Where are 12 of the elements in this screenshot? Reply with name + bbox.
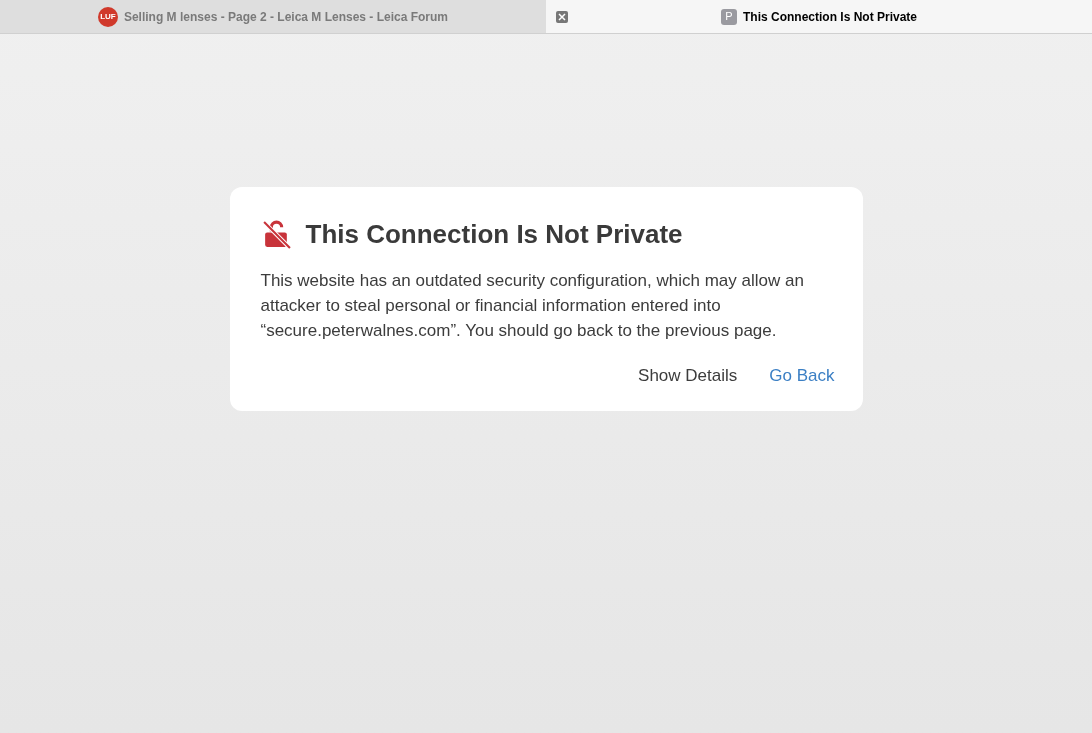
warning-message: This website has an outdated security configuration, which may allow an attacker to steal personal or financial information entered into “secure.peterwalnes.com”. You should go back to the previous page. — [260, 270, 805, 342]
favicon: P — [721, 8, 737, 25]
details-button[interactable]: Show Details — [638, 363, 738, 389]
browser-tab[interactable]: LUF Selling M lenses - Page 2 - Leica M Lenses - Leica Forum — [0, 0, 546, 33]
broken-lock-icon — [260, 219, 292, 250]
tab-title: This Connection Is Not Private — [743, 8, 917, 26]
close-tab-icon[interactable] — [556, 11, 568, 23]
warning-title: This Connection Is Not Private — [305, 218, 683, 251]
go-back-button[interactable]: Go Back — [769, 363, 835, 389]
browser-tab[interactable]: P This Connection Is Not Private — [546, 0, 1092, 33]
favicon: LUF — [97, 6, 118, 27]
tab-title: Selling M lenses - Page 2 - Leica M Lenses - Leica Forum — [123, 8, 449, 26]
